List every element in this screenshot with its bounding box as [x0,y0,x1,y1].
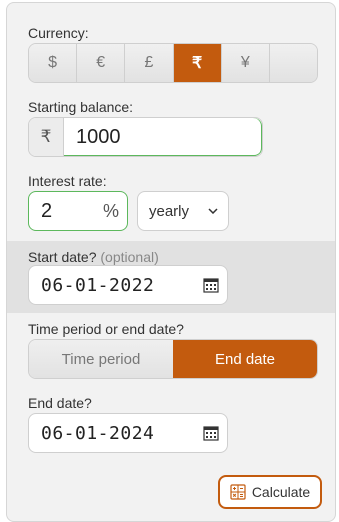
end-date-value: 06-01-2024 [41,422,155,444]
starting-balance-input[interactable]: 1000 [64,118,262,156]
currency-label: Currency: [28,25,89,41]
calculator-panel: Currency: $ € £ ₹ ¥ Starting balance: ₹ … [6,2,336,522]
currency-option-euro[interactable]: € [77,44,126,82]
start-date-input[interactable]: 06-01-2022 [28,265,228,305]
calendar-icon[interactable] [203,277,219,293]
start-date-label-text: Start date? [28,249,97,265]
starting-balance-label: Starting balance: [28,99,134,115]
calculate-label: Calculate [251,484,311,500]
time-period-option[interactable]: Time period [29,340,173,378]
interest-period-value: yearly [149,202,190,220]
start-date-value: 06-01-2022 [41,274,155,296]
calendar-icon[interactable] [203,425,219,441]
calculate-button[interactable]: Calculate [218,475,322,509]
percent-suffix: % [102,200,119,221]
currency-selector: $ € £ ₹ ¥ [28,43,318,83]
currency-option-rupee[interactable]: ₹ [173,44,222,82]
period-mode-label: Time period or end date? [28,321,184,337]
period-mode-toggle: Time period End date [28,339,318,379]
interest-rate-value: 2 [41,199,53,222]
currency-option-dollar[interactable]: $ [29,44,78,82]
currency-option-yen[interactable]: ¥ [221,44,270,82]
end-date-input[interactable]: 06-01-2024 [28,413,228,453]
currency-option-other[interactable] [269,44,317,82]
start-date-label: Start date? (optional) [28,249,159,265]
optional-hint: (optional) [100,249,159,265]
currency-prefix: ₹ [29,118,64,156]
currency-option-pound[interactable]: £ [125,44,174,82]
end-date-label: End date? [28,395,92,411]
interest-rate-input[interactable]: 2 % [28,191,128,231]
starting-balance-group: ₹ 1000 [28,117,263,157]
calculator-icon [230,484,246,500]
interest-period-select[interactable]: yearly [137,191,229,231]
chevron-down-icon [208,205,218,217]
end-date-option[interactable]: End date [173,340,317,378]
interest-rate-label: Interest rate: [28,173,107,189]
